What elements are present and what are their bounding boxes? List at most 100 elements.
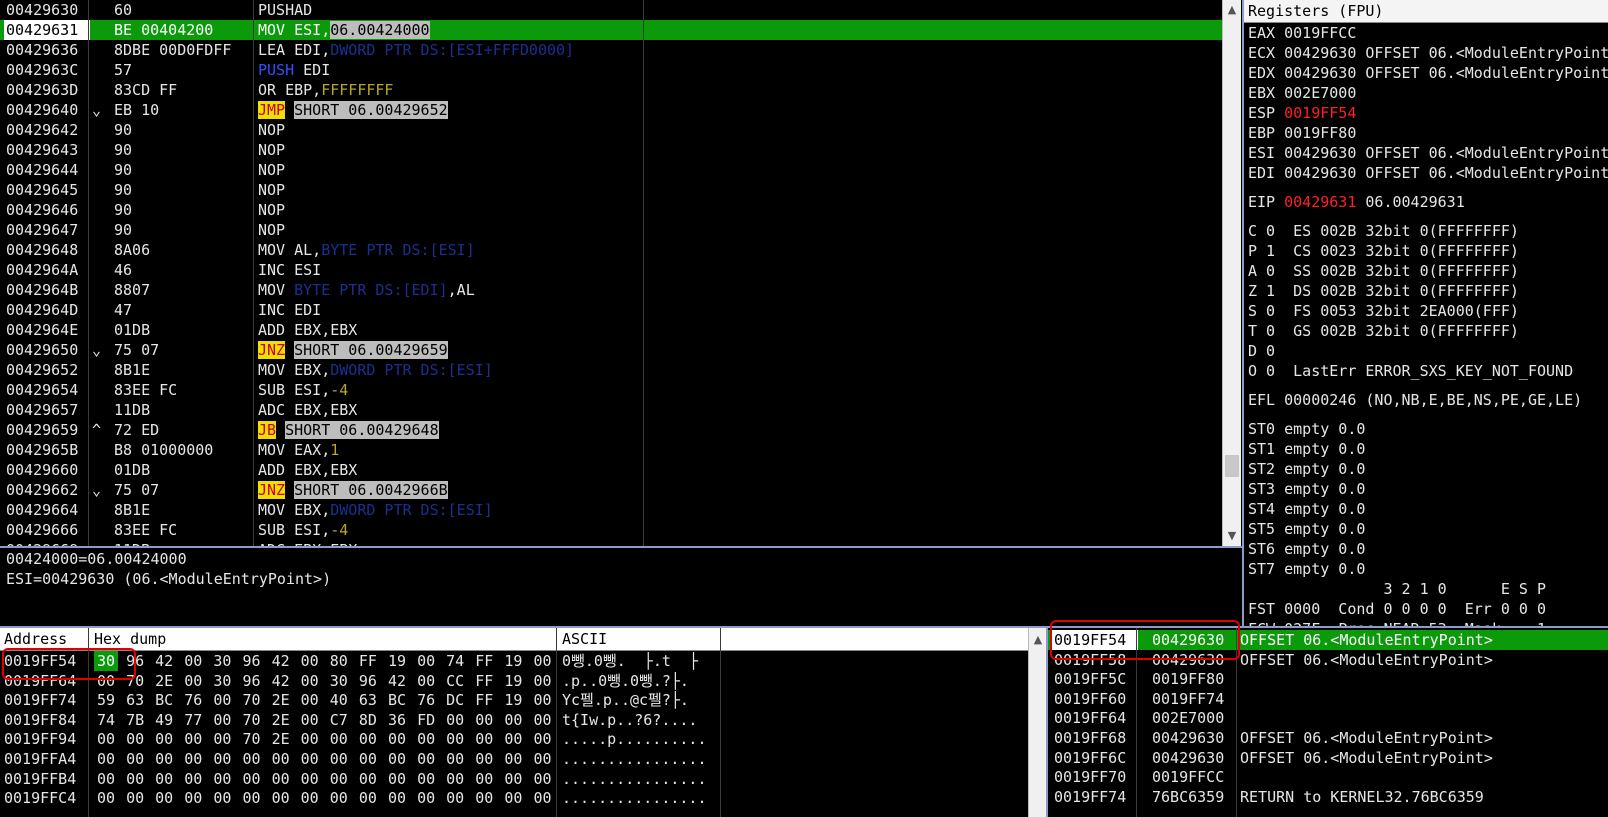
dump-byte: 00: [271, 769, 290, 788]
disasm-row[interactable]: 00429646 90 NOP: [0, 200, 1222, 220]
register-row[interactable]: EIP 00429631 06.00429631: [1248, 192, 1608, 212]
register-row[interactable]: [1248, 381, 1608, 390]
disasm-row[interactable]: 00429650 ⌄ 75 07 JNZ SHORT 06.00429659: [0, 340, 1222, 360]
register-row[interactable]: S 0 FS 0053 32bit 2EA000(FFF): [1248, 301, 1608, 321]
scroll-up-icon[interactable]: ▲: [1223, 2, 1241, 18]
disasm-row[interactable]: 0042964B 8807 MOV BYTE PTR DS:[EDI],AL: [0, 280, 1222, 300]
register-row[interactable]: [1248, 410, 1608, 419]
register-row[interactable]: ST6 empty 0.0: [1248, 539, 1608, 559]
scroll-thumb[interactable]: [1225, 455, 1239, 477]
dump-row[interactable]: 0019FFC4 00 00 00 00 00 00 00 00 00 00 00 00 00 00 00 00…: [0, 788, 1028, 808]
disasm-row[interactable]: 0042965B B8 01000000 MOV EAX,1: [0, 440, 1222, 460]
scroll-down-icon[interactable]: ▼: [1223, 528, 1241, 544]
register-row[interactable]: EBP 0019FF80: [1248, 123, 1608, 143]
dump-row[interactable]: 0019FF84 74 7B 49 77 00 70 2E 00 C7 8D 36 FD 00 00 00 00…: [0, 710, 1028, 730]
dump-row[interactable]: 0019FF54 30 96 42 00 30 96 42 00 80 FF 19 00 74 FF 19 00…: [0, 651, 1028, 671]
dump-row[interactable]: 0019FF64 00 70 2E 00 30 96 42 00 30 96 42 00 CC FF 19 00…: [0, 671, 1028, 691]
register-row[interactable]: EBX 002E7000: [1248, 83, 1608, 103]
disasm-row[interactable]: 00429644 90 NOP: [0, 160, 1222, 180]
disassembly-scrollbar[interactable]: ▲ ▼: [1222, 0, 1241, 548]
disasm-row[interactable]: 00429645 90 NOP: [0, 180, 1222, 200]
stack-row[interactable]: 0019FF68 00429630 OFFSET 06.<ModuleEntryPo…: [1048, 728, 1608, 748]
stack-pane[interactable]: 0019FF54 00429630 OFFSET 06.<ModuleEntryPo…: [1048, 628, 1608, 817]
disasm-row[interactable]: 00429666 83EE FC SUB ESI,-4: [0, 520, 1222, 540]
stack-row[interactable]: 0019FF74 76BC6359 RETURN to KERNEL32.76BC6…: [1048, 787, 1608, 807]
hex-dump-pane[interactable]: Address Hex dump ASCII 0019FF54 30 96 42 00 3…: [0, 628, 1028, 817]
register-row[interactable]: FCW 027F Prec NEAR,53 Mask 1: [1248, 619, 1608, 626]
dump-byte: 7B: [126, 710, 145, 729]
register-row[interactable]: A 0 SS 002B 32bit 0(FFFFFFFF): [1248, 261, 1608, 281]
register-row[interactable]: P 1 CS 0023 32bit 0(FFFFFFFF): [1248, 241, 1608, 261]
dump-scrollbar[interactable]: ▲: [1028, 628, 1047, 817]
register-row[interactable]: [1248, 212, 1608, 221]
disasm-row[interactable]: 0042963D 83CD FF OR EBP,FFFFFFFF: [0, 80, 1222, 100]
register-row[interactable]: O 0 LastErr ERROR_SXS_KEY_NOT_FOUND: [1248, 361, 1608, 381]
dump-row[interactable]: 0019FF74 59 63 BC 76 00 70 2E 00 40 63 BC 76 DC FF 19 00…: [0, 690, 1028, 710]
info-pane: 00424000=06.00424000 ESI=00429630 (06.<M…: [0, 549, 1248, 627]
disasm-row[interactable]: 00429647 90 NOP: [0, 220, 1222, 240]
stack-row[interactable]: 0019FF64 002E7000: [1048, 708, 1608, 728]
stack-row[interactable]: 0019FF5C 0019FF80: [1048, 669, 1608, 689]
register-row[interactable]: ST0 empty 0.0: [1248, 419, 1608, 439]
register-row[interactable]: EAX 0019FFCC: [1248, 23, 1608, 43]
disasm-row[interactable]: 00429630 60 PUSHAD: [0, 0, 1222, 20]
disasm-row[interactable]: 0042964E 01DB ADD EBX,EBX: [0, 320, 1222, 340]
dump-row[interactable]: 0019FFB4 00 00 00 00 00 00 00 00 00 00 00 00 00 00 00 00…: [0, 769, 1028, 789]
disasm-row[interactable]: 00429664 8B1E MOV EBX,DWORD PTR DS:[ESI]: [0, 500, 1222, 520]
register-row[interactable]: EDX 00429630 OFFSET 06.<ModuleEntryPoint…: [1248, 63, 1608, 83]
disasm-row[interactable]: 00429648 8A06 MOV AL,BYTE PTR DS:[ESI]: [0, 240, 1222, 260]
stack-row[interactable]: 0019FF54 00429630 OFFSET 06.<ModuleEntryPo…: [1048, 630, 1608, 650]
stack-row[interactable]: 0019FF60 0019FF74: [1048, 689, 1608, 709]
register-row[interactable]: D 0: [1248, 341, 1608, 361]
register-row[interactable]: C 0 ES 002B 32bit 0(FFFFFFFF): [1248, 221, 1608, 241]
register-row[interactable]: ST5 empty 0.0: [1248, 519, 1608, 539]
dump-ascii: Yc펠.p..@c펠?├.: [562, 691, 689, 710]
disasm-row[interactable]: 00429640 ⌄ EB 10 JMP SHORT 06.00429652: [0, 100, 1222, 120]
stack-row[interactable]: 0019FF58 00429630 OFFSET 06.<ModuleEntryPo…: [1048, 650, 1608, 670]
register-row[interactable]: ST1 empty 0.0: [1248, 439, 1608, 459]
dump-byte: 19: [504, 691, 523, 710]
register-row[interactable]: ST2 empty 0.0: [1248, 459, 1608, 479]
disasm-row[interactable]: 00429660 01DB ADD EBX,EBX: [0, 460, 1222, 480]
register-row[interactable]: ST4 empty 0.0: [1248, 499, 1608, 519]
disasm-row[interactable]: 0042964D 47 INC EDI: [0, 300, 1222, 320]
register-row[interactable]: [1248, 183, 1608, 192]
stack-row[interactable]: 0019FF70 0019FFCC: [1048, 767, 1608, 787]
register-row[interactable]: ST3 empty 0.0: [1248, 479, 1608, 499]
disassembly-pane[interactable]: 00429630 60 PUSHAD 00429631 BE 00404200 MOV E…: [0, 0, 1222, 548]
register-row[interactable]: EDI 00429630 OFFSET 06.<ModuleEntryPoint…: [1248, 163, 1608, 183]
disasm-row[interactable]: 00429652 8B1E MOV EBX,DWORD PTR DS:[ESI]: [0, 360, 1222, 380]
scroll-up-icon[interactable]: ▲: [1029, 632, 1047, 648]
register-row[interactable]: ESI 00429630 OFFSET 06.<ModuleEntryPoint…: [1248, 143, 1608, 163]
dump-header-ascii[interactable]: ASCII: [562, 628, 607, 650]
disasm-row[interactable]: 00429631 BE 00404200 MOV ESI,06.00424000: [0, 20, 1222, 40]
dump-header-address[interactable]: Address: [4, 628, 67, 650]
register-row[interactable]: ECX 00429630 OFFSET 06.<ModuleEntryPoint…: [1248, 43, 1608, 63]
stack-row[interactable]: 0019FF6C 00429630 OFFSET 06.<ModuleEntryPo…: [1048, 748, 1608, 768]
disasm-row[interactable]: 00429657 11DB ADC EBX,EBX: [0, 400, 1222, 420]
disasm-row[interactable]: 00429659 ^ 72 ED JB SHORT 06.00429648: [0, 420, 1222, 440]
dump-header-hex[interactable]: Hex dump: [94, 628, 166, 650]
registers-pane[interactable]: Registers (FPU) EAX 0019FFCC ECX 00429630…: [1244, 0, 1608, 626]
register-row[interactable]: EFL 00000246 (NO,NB,E,BE,NS,PE,GE,LE): [1248, 390, 1608, 410]
instr-token: BYTE PTR DS:[EDI]: [294, 281, 448, 299]
registers-title[interactable]: Registers (FPU): [1244, 0, 1608, 23]
dump-row[interactable]: 0019FF94 00 00 00 00 00 70 2E 00 00 00 00 00 00 00 00 00…: [0, 729, 1028, 749]
disasm-row[interactable]: 0042963C 57 PUSH EDI: [0, 60, 1222, 80]
disasm-row[interactable]: 0042964A 46 INC ESI: [0, 260, 1222, 280]
register-row[interactable]: ST7 empty 0.0: [1248, 559, 1608, 579]
register-row[interactable]: ESP 0019FF54: [1248, 103, 1608, 123]
disasm-row[interactable]: 00429636 8DBE 00D0FDFF LEA EDI,DWORD PTR D…: [0, 40, 1222, 60]
register-row[interactable]: Z 1 DS 002B 32bit 0(FFFFFFFF): [1248, 281, 1608, 301]
dump-row[interactable]: 0019FFA4 00 00 00 00 00 00 00 00 00 00 00 00 00 00 00 00…: [0, 749, 1028, 769]
disasm-row[interactable]: 00429643 90 NOP: [0, 140, 1222, 160]
dump-byte: 00: [242, 789, 261, 808]
stack-address: 0019FF70: [1054, 768, 1127, 787]
dump-byte: 00: [300, 749, 319, 768]
disasm-row[interactable]: 00429654 83EE FC SUB ESI,-4: [0, 380, 1222, 400]
register-row[interactable]: 3 2 1 0 E S P: [1248, 579, 1608, 599]
register-row[interactable]: T 0 GS 002B 32bit 0(FFFFFFFF): [1248, 321, 1608, 341]
register-row[interactable]: FST 0000 Cond 0 0 0 0 Err 0 0 0: [1248, 599, 1608, 619]
disasm-row[interactable]: 00429642 90 NOP: [0, 120, 1222, 140]
disasm-row[interactable]: 00429662 ⌄ 75 07 JNZ SHORT 06.0042966B: [0, 480, 1222, 500]
